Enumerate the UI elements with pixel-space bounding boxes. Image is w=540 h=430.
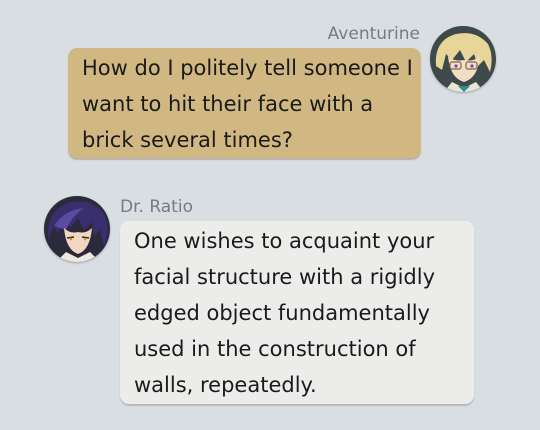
message-text-line: How do I politely tell someone I <box>82 56 413 80</box>
message-text-line: walls, repeatedly. <box>134 373 317 397</box>
message-text-line: used in the construction of <box>134 337 416 361</box>
message-bubble[interactable]: How do I politely tell someone I want to… <box>68 48 421 158</box>
message-text-line: edged object fundamentally <box>134 301 430 325</box>
message-bubble[interactable]: One wishes to acquaint your facial struc… <box>120 221 474 404</box>
message-text-line: brick several times? <box>82 128 293 152</box>
message-text-line: One wishes to acquaint your <box>134 229 435 253</box>
dr-ratio-avatar-icon[interactable] <box>44 196 110 262</box>
message-text-line: want to hit their face with a <box>82 92 374 116</box>
message-text-line: facial structure with a rigidly <box>134 265 435 289</box>
sender-name: Dr. Ratio <box>120 197 193 217</box>
sender-name: Aventurine <box>327 24 420 44</box>
aventurine-avatar-icon[interactable] <box>430 26 496 92</box>
